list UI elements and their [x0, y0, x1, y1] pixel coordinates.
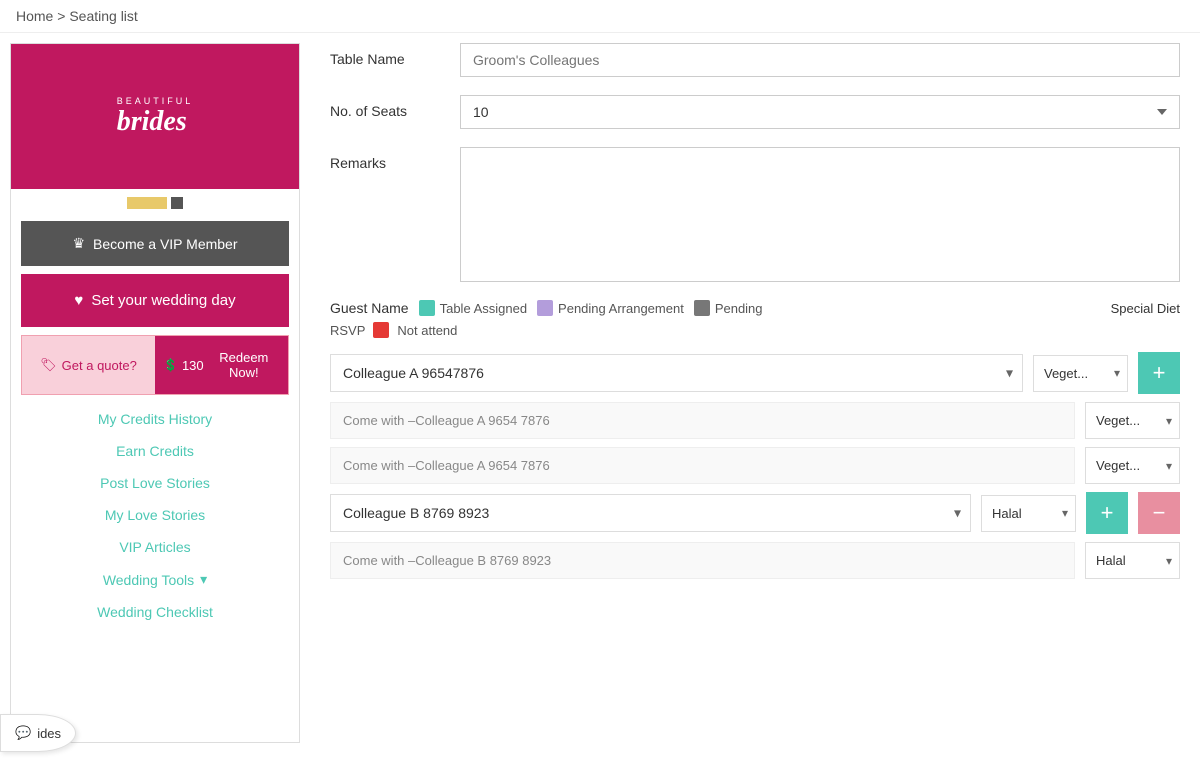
chat-icon-symbol: 💬	[15, 725, 31, 741]
breadcrumb-separator: >	[57, 8, 69, 24]
companion-diet-select[interactable]: Veget... Halal Normal	[1085, 447, 1180, 484]
guest-name-select-wrap: Colleague A 96547876	[330, 354, 1023, 392]
sidebar-logo: BEAUTIFUL brides	[11, 44, 299, 189]
seats-label: No. of Seats	[330, 95, 460, 119]
companion-text: Come with –Colleague A 9654 7876	[330, 402, 1075, 439]
sidebar: BEAUTIFUL brides ♛ Become a VIP Member ♥…	[10, 43, 300, 743]
companion-text: Come with –Colleague A 9654 7876	[330, 447, 1075, 484]
breadcrumb: Home > Seating list	[0, 0, 1200, 33]
companion-diet-select[interactable]: Halal Veget... Normal	[1085, 542, 1180, 579]
rsvp-label: RSVP	[330, 323, 365, 338]
logo-sub: BEAUTIFUL	[117, 96, 194, 106]
guest-name-label: Guest Name	[330, 300, 409, 316]
guest-legend-row: Guest Name Table Assigned Pending Arrang…	[330, 300, 1180, 316]
special-diet-header-label: Special Diet	[1111, 301, 1180, 316]
rsvp-row: RSVP Not attend	[330, 322, 1180, 338]
guest-name-select-wrap: Colleague B 8769 8923	[330, 494, 971, 532]
seats-row: No. of Seats 10 567891112	[330, 95, 1180, 129]
table-name-label: Table Name	[330, 43, 460, 67]
sidebar-nav: My Credits History Earn Credits Post Lov…	[11, 403, 299, 628]
sidebar-item-my-love-stories[interactable]: My Love Stories	[11, 499, 299, 531]
dollar-icon: 💲	[163, 358, 178, 372]
guest-name-select[interactable]: Colleague B 8769 8923	[330, 494, 971, 532]
sidebar-item-credits-history[interactable]: My Credits History	[11, 403, 299, 435]
companion-diet-select[interactable]: Veget... Halal Normal	[1085, 402, 1180, 439]
diet-select[interactable]: Halal Veget... Normal	[981, 495, 1076, 532]
heart-icon: ♥	[74, 292, 83, 309]
add-guest-button[interactable]: +	[1138, 352, 1180, 394]
table-name-row: Table Name	[330, 43, 1180, 77]
pending-arrangement-icon	[537, 300, 553, 316]
sidebar-item-earn-credits[interactable]: Earn Credits	[11, 435, 299, 467]
remarks-input[interactable]	[460, 147, 1180, 282]
quote-redeem-bar: 🏷 Get a quote? 💲 130 Redeem Now!	[21, 335, 289, 395]
guest-name-select[interactable]: Colleague A 96547876	[330, 354, 1023, 392]
add-guest-button[interactable]: +	[1086, 492, 1128, 534]
companion-row: Come with –Colleague A 9654 7876 Veget..…	[330, 402, 1180, 439]
diet-select-wrap: Halal Veget... Normal	[981, 495, 1076, 532]
diet-select[interactable]: Veget... Halal Normal Vegan	[1033, 355, 1128, 392]
legend-pending-arrangement: Pending Arrangement	[537, 300, 684, 316]
breadcrumb-current[interactable]: Seating list	[69, 8, 137, 24]
sidebar-item-vip-articles[interactable]: VIP Articles	[11, 531, 299, 563]
diet-select-wrap: Veget... Halal Normal Vegan	[1033, 355, 1128, 392]
companion-row: Come with –Colleague A 9654 7876 Veget..…	[330, 447, 1180, 484]
guest-row: Colleague A 96547876 Veget... Halal Norm…	[330, 352, 1180, 394]
legend-table-assigned: Table Assigned	[419, 300, 527, 316]
crown-icon: ♛	[72, 235, 85, 252]
vip-member-button[interactable]: ♛ Become a VIP Member	[21, 221, 289, 266]
guest-section: Guest Name Table Assigned Pending Arrang…	[330, 300, 1180, 579]
sidebar-item-post-love-stories[interactable]: Post Love Stories	[11, 467, 299, 499]
tag-icon: 🏷	[40, 357, 57, 373]
chat-label: ides	[37, 726, 61, 741]
companion-diet-wrap: Halal Veget... Normal	[1085, 542, 1180, 579]
remove-guest-button[interactable]: −	[1138, 492, 1180, 534]
pending-icon	[694, 300, 710, 316]
legend-pending: Pending	[694, 300, 763, 316]
companion-text: Come with –Colleague B 8769 8923	[330, 542, 1075, 579]
sidebar-item-wedding-tools[interactable]: Wedding Tools ▾	[11, 563, 299, 596]
table-name-input[interactable]	[460, 43, 1180, 77]
chat-widget[interactable]: 💬 ides	[0, 714, 76, 752]
not-attend-icon	[373, 322, 389, 338]
companion-row: Come with –Colleague B 8769 8923 Halal V…	[330, 542, 1180, 579]
remarks-label: Remarks	[330, 147, 460, 171]
chevron-down-icon: ▾	[200, 571, 207, 588]
seats-select[interactable]: 10 567891112	[460, 95, 1180, 129]
sidebar-banner-indicators	[11, 189, 299, 217]
breadcrumb-home[interactable]: Home	[16, 8, 57, 24]
redeem-button[interactable]: 💲 130 Redeem Now!	[155, 336, 288, 394]
guest-row: Colleague B 8769 8923 Halal Veget... Nor…	[330, 492, 1180, 534]
main-content: Table Name No. of Seats 10 567891112 Rem…	[310, 33, 1200, 753]
companion-diet-wrap: Veget... Halal Normal	[1085, 402, 1180, 439]
companion-diet-wrap: Veget... Halal Normal	[1085, 447, 1180, 484]
sidebar-item-wedding-checklist[interactable]: Wedding Checklist	[11, 596, 299, 628]
get-quote-button[interactable]: 🏷 Get a quote?	[22, 336, 155, 394]
remarks-row: Remarks	[330, 147, 1180, 282]
wedding-day-button[interactable]: ♥ Set your wedding day	[21, 274, 289, 327]
rsvp-not-attend-label: Not attend	[397, 323, 457, 338]
table-assigned-icon	[419, 300, 435, 316]
logo-text: brides	[117, 106, 194, 138]
